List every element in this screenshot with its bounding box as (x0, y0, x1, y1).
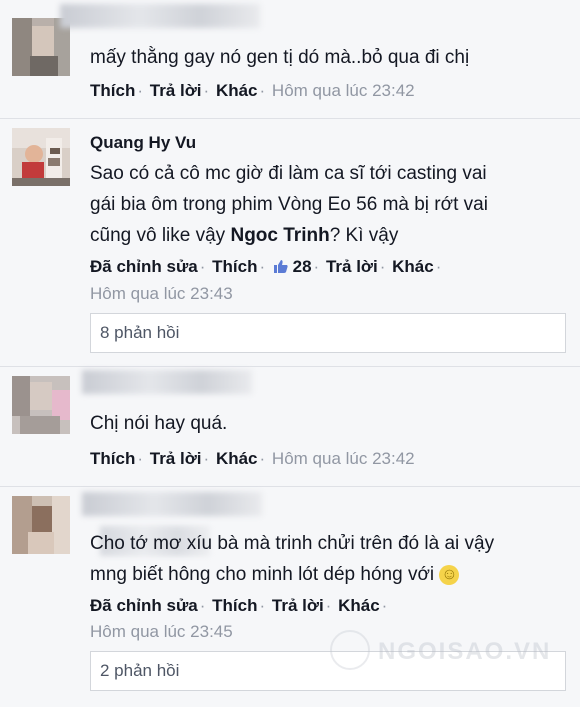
comment-text: Cho tớ mơ xíu bà mà trinh chửi trên đó l… (90, 528, 494, 590)
watermark-text: NGOISAO.VN (378, 638, 552, 665)
timestamp[interactable]: Hôm qua lúc 23:45 (90, 622, 233, 642)
comment-line: mấy thằng gay nó gen tị dó mà..bỏ qua đi… (90, 47, 470, 68)
more-link[interactable]: Khác (392, 257, 434, 276)
comment-line: gái bia ôm trong phim Vòng Eo 56 mà bị r… (90, 194, 488, 215)
like-link[interactable]: Thích (212, 596, 257, 615)
comment-line: Sao có cả cô mc giờ đi làm ca sĩ tới cas… (90, 163, 487, 184)
blurred-avatar-image (12, 496, 70, 554)
comment-divider (0, 366, 580, 367)
more-link[interactable]: Khác (216, 449, 258, 468)
comment-actions: Thích · Trả lời · Khác · Hôm qua lúc 23:42 (90, 449, 415, 468)
like-link[interactable]: Thích (212, 257, 257, 276)
like-count[interactable]: 28 (293, 257, 312, 276)
comment-text: Sao có cả cô mc giờ đi làm ca sĩ tới cas… (90, 158, 488, 251)
blurred-commenter-name (82, 370, 252, 394)
comment-line: cũng vô like vậy Ngoc Trinh? Kì vậy (90, 225, 399, 246)
avatar[interactable] (12, 376, 70, 434)
comment-actions: Đã chỉnh sửa · Thích · Trả lời · Khác · (90, 596, 388, 615)
edited-link[interactable]: Đã chỉnh sửa (90, 257, 198, 276)
timestamp[interactable]: Hôm qua lúc 23:43 (90, 284, 233, 304)
timestamp[interactable]: Hôm qua lúc 23:42 (272, 81, 415, 100)
comment-divider (0, 118, 580, 119)
reply-link[interactable]: Trả lời (272, 596, 324, 615)
blurred-avatar-image (12, 376, 70, 434)
more-link[interactable]: Khác (338, 596, 380, 615)
avatar-image (12, 128, 70, 186)
watermark: NGOISAO.VN (330, 628, 570, 678)
smiley-icon: ☺ (439, 565, 460, 585)
blurred-commenter-name (60, 4, 260, 28)
reply-link[interactable]: Trả lời (150, 81, 202, 100)
reply-link[interactable]: Trả lời (150, 449, 202, 468)
more-link[interactable]: Khác (216, 81, 258, 100)
view-replies-button[interactable]: 8 phản hồi (90, 313, 566, 353)
comment-text: Chị nói hay quá. (90, 408, 227, 439)
comment-text: mấy thằng gay nó gen tị dó mà..bỏ qua đi… (90, 42, 469, 73)
timestamp[interactable]: Hôm qua lúc 23:42 (272, 449, 415, 468)
reply-link[interactable]: Trả lời (326, 257, 378, 276)
like-link[interactable]: Thích (90, 81, 135, 100)
avatar[interactable] (12, 496, 70, 554)
comment-actions: Thích · Trả lời · Khác · Hôm qua lúc 23:42 (90, 81, 415, 100)
comment-actions: Đã chỉnh sửa · Thích · 28 · Trả lời · Khác · (90, 257, 442, 276)
like-link[interactable]: Thích (90, 449, 135, 468)
comment-line: Cho tớ mơ xíu bà mà trinh chửi trên đó l… (90, 533, 495, 554)
avatar[interactable] (12, 128, 70, 186)
comment-divider (0, 486, 580, 487)
comment-line: Chị nói hay quá. (90, 413, 228, 434)
watermark-logo-icon (330, 630, 370, 670)
mentioned-user[interactable]: Ngoc Trinh (230, 225, 329, 246)
blurred-commenter-name (82, 492, 262, 516)
thumbs-up-icon (273, 260, 288, 273)
commenter-name[interactable]: Quang Hy Vu (90, 133, 196, 153)
comment-line: mng biết hông cho minh lót dép hóng với … (90, 564, 460, 585)
edited-link[interactable]: Đã chỉnh sửa (90, 596, 198, 615)
